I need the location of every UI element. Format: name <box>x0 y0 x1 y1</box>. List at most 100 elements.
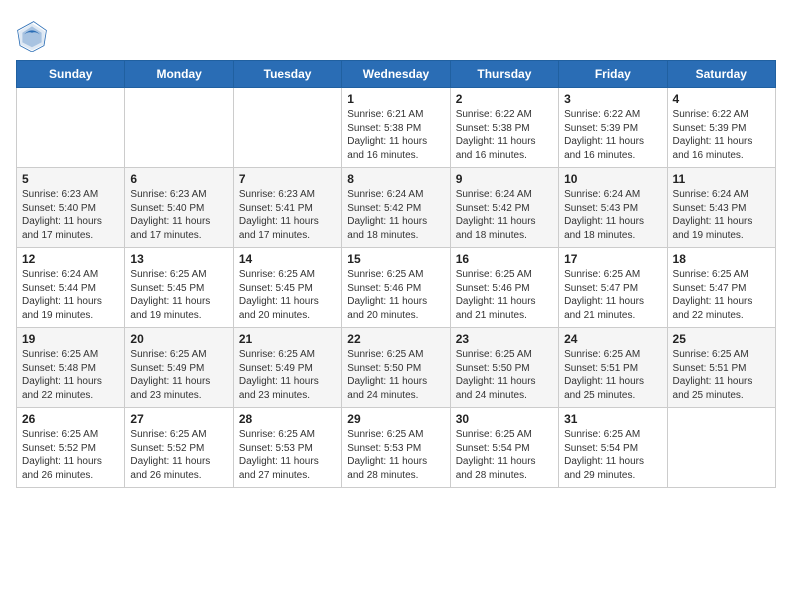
day-number: 11 <box>673 172 770 186</box>
day-info: Sunrise: 6:24 AM Sunset: 5:43 PM Dayligh… <box>564 188 661 242</box>
day-number: 21 <box>239 332 336 346</box>
day-info: Sunrise: 6:25 AM Sunset: 5:46 PM Dayligh… <box>347 268 444 322</box>
calendar-week-5: 26 Sunrise: 6:25 AM Sunset: 5:52 PM Dayli… <box>17 408 776 488</box>
day-number: 29 <box>347 412 444 426</box>
day-info: Sunrise: 6:25 AM Sunset: 5:52 PM Dayligh… <box>22 428 119 482</box>
day-number: 19 <box>22 332 119 346</box>
day-info: Sunrise: 6:24 AM Sunset: 5:42 PM Dayligh… <box>456 188 553 242</box>
calendar-cell: 22 Sunrise: 6:25 AM Sunset: 5:50 PM Dayli… <box>342 328 450 408</box>
weekday-header-sunday: Sunday <box>17 61 125 88</box>
day-number: 31 <box>564 412 661 426</box>
calendar-cell: 2 Sunrise: 6:22 AM Sunset: 5:38 PM Daylig… <box>450 88 558 168</box>
day-info: Sunrise: 6:25 AM Sunset: 5:54 PM Dayligh… <box>456 428 553 482</box>
calendar-cell: 11 Sunrise: 6:24 AM Sunset: 5:43 PM Dayli… <box>667 168 775 248</box>
calendar-cell: 10 Sunrise: 6:24 AM Sunset: 5:43 PM Dayli… <box>559 168 667 248</box>
day-number: 10 <box>564 172 661 186</box>
day-number: 22 <box>347 332 444 346</box>
weekday-header-friday: Friday <box>559 61 667 88</box>
calendar-week-4: 19Sunrise: 6:25 AM Sunset: 5:48 PM Dayli… <box>17 328 776 408</box>
calendar-table: SundayMondayTuesdayWednesdayThursdayFrid… <box>16 60 776 488</box>
calendar-cell: 20Sunrise: 6:25 AM Sunset: 5:49 PM Dayli… <box>125 328 233 408</box>
weekday-row: SundayMondayTuesdayWednesdayThursdayFrid… <box>17 61 776 88</box>
day-info: Sunrise: 6:25 AM Sunset: 5:45 PM Dayligh… <box>239 268 336 322</box>
day-info: Sunrise: 6:25 AM Sunset: 5:50 PM Dayligh… <box>347 348 444 402</box>
day-number: 23 <box>456 332 553 346</box>
day-number: 1 <box>347 92 444 106</box>
day-info: Sunrise: 6:21 AM Sunset: 5:38 PM Dayligh… <box>347 108 444 162</box>
calendar-cell: 19Sunrise: 6:25 AM Sunset: 5:48 PM Dayli… <box>17 328 125 408</box>
day-number: 14 <box>239 252 336 266</box>
day-number: 17 <box>564 252 661 266</box>
calendar-cell: 27Sunrise: 6:25 AM Sunset: 5:52 PM Dayli… <box>125 408 233 488</box>
calendar-cell: 6 Sunrise: 6:23 AM Sunset: 5:40 PM Daylig… <box>125 168 233 248</box>
day-info: Sunrise: 6:25 AM Sunset: 5:51 PM Dayligh… <box>673 348 770 402</box>
day-info: Sunrise: 6:23 AM Sunset: 5:40 PM Dayligh… <box>22 188 119 242</box>
day-info: Sunrise: 6:22 AM Sunset: 5:39 PM Dayligh… <box>564 108 661 162</box>
day-info: Sunrise: 6:22 AM Sunset: 5:38 PM Dayligh… <box>456 108 553 162</box>
calendar-cell: 15 Sunrise: 6:25 AM Sunset: 5:46 PM Dayli… <box>342 248 450 328</box>
day-info: Sunrise: 6:23 AM Sunset: 5:41 PM Dayligh… <box>239 188 336 242</box>
calendar-cell <box>233 88 341 168</box>
weekday-header-wednesday: Wednesday <box>342 61 450 88</box>
calendar-cell: 14 Sunrise: 6:25 AM Sunset: 5:45 PM Dayli… <box>233 248 341 328</box>
calendar-cell: 21 Sunrise: 6:25 AM Sunset: 5:49 PM Dayli… <box>233 328 341 408</box>
day-number: 4 <box>673 92 770 106</box>
calendar-cell: 18 Sunrise: 6:25 AM Sunset: 5:47 PM Dayli… <box>667 248 775 328</box>
day-info: Sunrise: 6:25 AM Sunset: 5:49 PM Dayligh… <box>239 348 336 402</box>
weekday-header-thursday: Thursday <box>450 61 558 88</box>
day-number: 25 <box>673 332 770 346</box>
day-number: 2 <box>456 92 553 106</box>
day-info: Sunrise: 6:24 AM Sunset: 5:43 PM Dayligh… <box>673 188 770 242</box>
calendar-cell: 31Sunrise: 6:25 AM Sunset: 5:54 PM Dayli… <box>559 408 667 488</box>
calendar-cell: 28 Sunrise: 6:25 AM Sunset: 5:53 PM Dayli… <box>233 408 341 488</box>
day-number: 5 <box>22 172 119 186</box>
calendar-cell: 16Sunrise: 6:25 AM Sunset: 5:46 PM Dayli… <box>450 248 558 328</box>
calendar-cell <box>667 408 775 488</box>
day-number: 3 <box>564 92 661 106</box>
day-number: 9 <box>456 172 553 186</box>
calendar-week-2: 5 Sunrise: 6:23 AM Sunset: 5:40 PM Daylig… <box>17 168 776 248</box>
day-info: Sunrise: 6:25 AM Sunset: 5:47 PM Dayligh… <box>673 268 770 322</box>
weekday-header-monday: Monday <box>125 61 233 88</box>
logo-icon <box>16 20 48 52</box>
calendar-week-1: 1 Sunrise: 6:21 AM Sunset: 5:38 PM Daylig… <box>17 88 776 168</box>
day-number: 20 <box>130 332 227 346</box>
day-number: 30 <box>456 412 553 426</box>
calendar-cell: 30 Sunrise: 6:25 AM Sunset: 5:54 PM Dayli… <box>450 408 558 488</box>
day-number: 7 <box>239 172 336 186</box>
calendar-cell: 5 Sunrise: 6:23 AM Sunset: 5:40 PM Daylig… <box>17 168 125 248</box>
day-number: 8 <box>347 172 444 186</box>
day-info: Sunrise: 6:24 AM Sunset: 5:44 PM Dayligh… <box>22 268 119 322</box>
day-info: Sunrise: 6:23 AM Sunset: 5:40 PM Dayligh… <box>130 188 227 242</box>
calendar-cell: 4 Sunrise: 6:22 AM Sunset: 5:39 PM Daylig… <box>667 88 775 168</box>
calendar-cell <box>17 88 125 168</box>
day-number: 6 <box>130 172 227 186</box>
calendar-cell: 23Sunrise: 6:25 AM Sunset: 5:50 PM Dayli… <box>450 328 558 408</box>
calendar-cell: 9 Sunrise: 6:24 AM Sunset: 5:42 PM Daylig… <box>450 168 558 248</box>
day-number: 15 <box>347 252 444 266</box>
day-number: 18 <box>673 252 770 266</box>
calendar-week-3: 12Sunrise: 6:24 AM Sunset: 5:44 PM Dayli… <box>17 248 776 328</box>
calendar-cell: 25 Sunrise: 6:25 AM Sunset: 5:51 PM Dayli… <box>667 328 775 408</box>
calendar-cell: 1 Sunrise: 6:21 AM Sunset: 5:38 PM Daylig… <box>342 88 450 168</box>
day-number: 27 <box>130 412 227 426</box>
weekday-header-tuesday: Tuesday <box>233 61 341 88</box>
calendar-header: SundayMondayTuesdayWednesdayThursdayFrid… <box>17 61 776 88</box>
day-info: Sunrise: 6:25 AM Sunset: 5:53 PM Dayligh… <box>347 428 444 482</box>
day-number: 24 <box>564 332 661 346</box>
day-info: Sunrise: 6:25 AM Sunset: 5:45 PM Dayligh… <box>130 268 227 322</box>
calendar-cell: 29 Sunrise: 6:25 AM Sunset: 5:53 PM Dayli… <box>342 408 450 488</box>
day-info: Sunrise: 6:25 AM Sunset: 5:51 PM Dayligh… <box>564 348 661 402</box>
day-info: Sunrise: 6:22 AM Sunset: 5:39 PM Dayligh… <box>673 108 770 162</box>
day-number: 26 <box>22 412 119 426</box>
day-info: Sunrise: 6:25 AM Sunset: 5:47 PM Dayligh… <box>564 268 661 322</box>
page-header <box>16 16 776 52</box>
day-number: 28 <box>239 412 336 426</box>
calendar-cell: 8Sunrise: 6:24 AM Sunset: 5:42 PM Daylig… <box>342 168 450 248</box>
day-number: 13 <box>130 252 227 266</box>
logo <box>16 20 52 52</box>
day-info: Sunrise: 6:25 AM Sunset: 5:53 PM Dayligh… <box>239 428 336 482</box>
calendar-cell: 17 Sunrise: 6:25 AM Sunset: 5:47 PM Dayli… <box>559 248 667 328</box>
calendar-cell: 24 Sunrise: 6:25 AM Sunset: 5:51 PM Dayli… <box>559 328 667 408</box>
day-info: Sunrise: 6:25 AM Sunset: 5:46 PM Dayligh… <box>456 268 553 322</box>
